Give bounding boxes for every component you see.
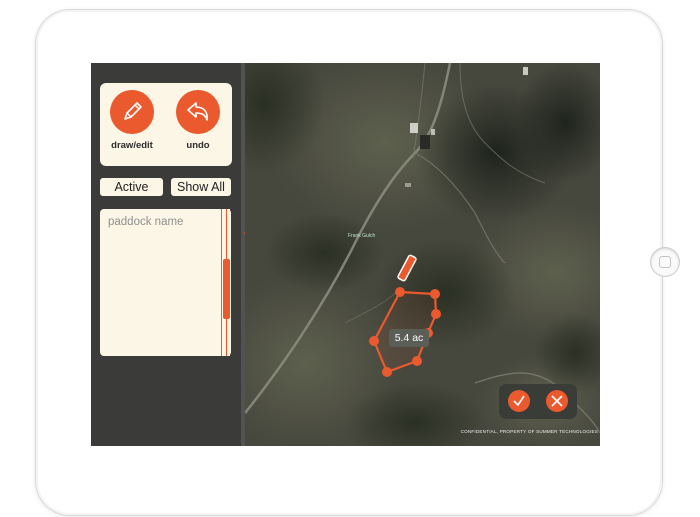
cancel-button[interactable]	[546, 390, 568, 412]
checkmark-icon	[513, 395, 525, 406]
polygon-vertex[interactable]	[395, 287, 405, 297]
close-icon	[551, 395, 563, 407]
pencil-icon	[124, 102, 142, 120]
app-screen: draw/edit undo Active Show All paddock n…	[91, 63, 600, 446]
polygon-vertex[interactable]	[369, 336, 379, 346]
undo-label: undo	[186, 140, 210, 151]
active-filter-button[interactable]: Active	[100, 178, 163, 196]
action-bar	[499, 384, 577, 419]
paddock-name-input[interactable]	[106, 213, 215, 231]
home-button-square-icon	[659, 256, 671, 268]
polygon-vertex[interactable]	[431, 309, 441, 319]
undo-arrow-icon	[187, 102, 208, 121]
home-button[interactable]	[651, 248, 679, 276]
tool-panel: draw/edit undo	[100, 83, 232, 166]
draw-edit-circle	[110, 90, 154, 134]
confirm-button[interactable]	[508, 390, 530, 412]
draw-edit-label: draw/edit	[111, 140, 153, 151]
polygon-vertex[interactable]	[430, 289, 440, 299]
list-scrollbar[interactable]	[221, 209, 230, 356]
undo-button[interactable]: undo	[173, 90, 223, 160]
show-all-button[interactable]: Show All	[171, 178, 231, 196]
scrollbar-thumb[interactable]	[223, 259, 230, 319]
satellite-map[interactable]: Frank Gulch 5.4 ac CONFIDENTIAL, PROPERT…	[245, 63, 600, 446]
undo-circle	[176, 90, 220, 134]
confidential-notice: CONFIDENTIAL, PROPERTY OF SUMMER TECHNOL…	[460, 429, 598, 434]
polygon-vertex[interactable]	[382, 367, 392, 377]
draw-edit-button[interactable]: draw/edit	[107, 90, 157, 160]
area-badge: 5.4 ac	[389, 329, 429, 347]
pencil-marker-icon[interactable]	[397, 254, 417, 282]
sidebar: draw/edit undo Active Show All	[91, 63, 241, 446]
paddock-list	[100, 209, 231, 356]
polygon-vertex[interactable]	[412, 356, 422, 366]
